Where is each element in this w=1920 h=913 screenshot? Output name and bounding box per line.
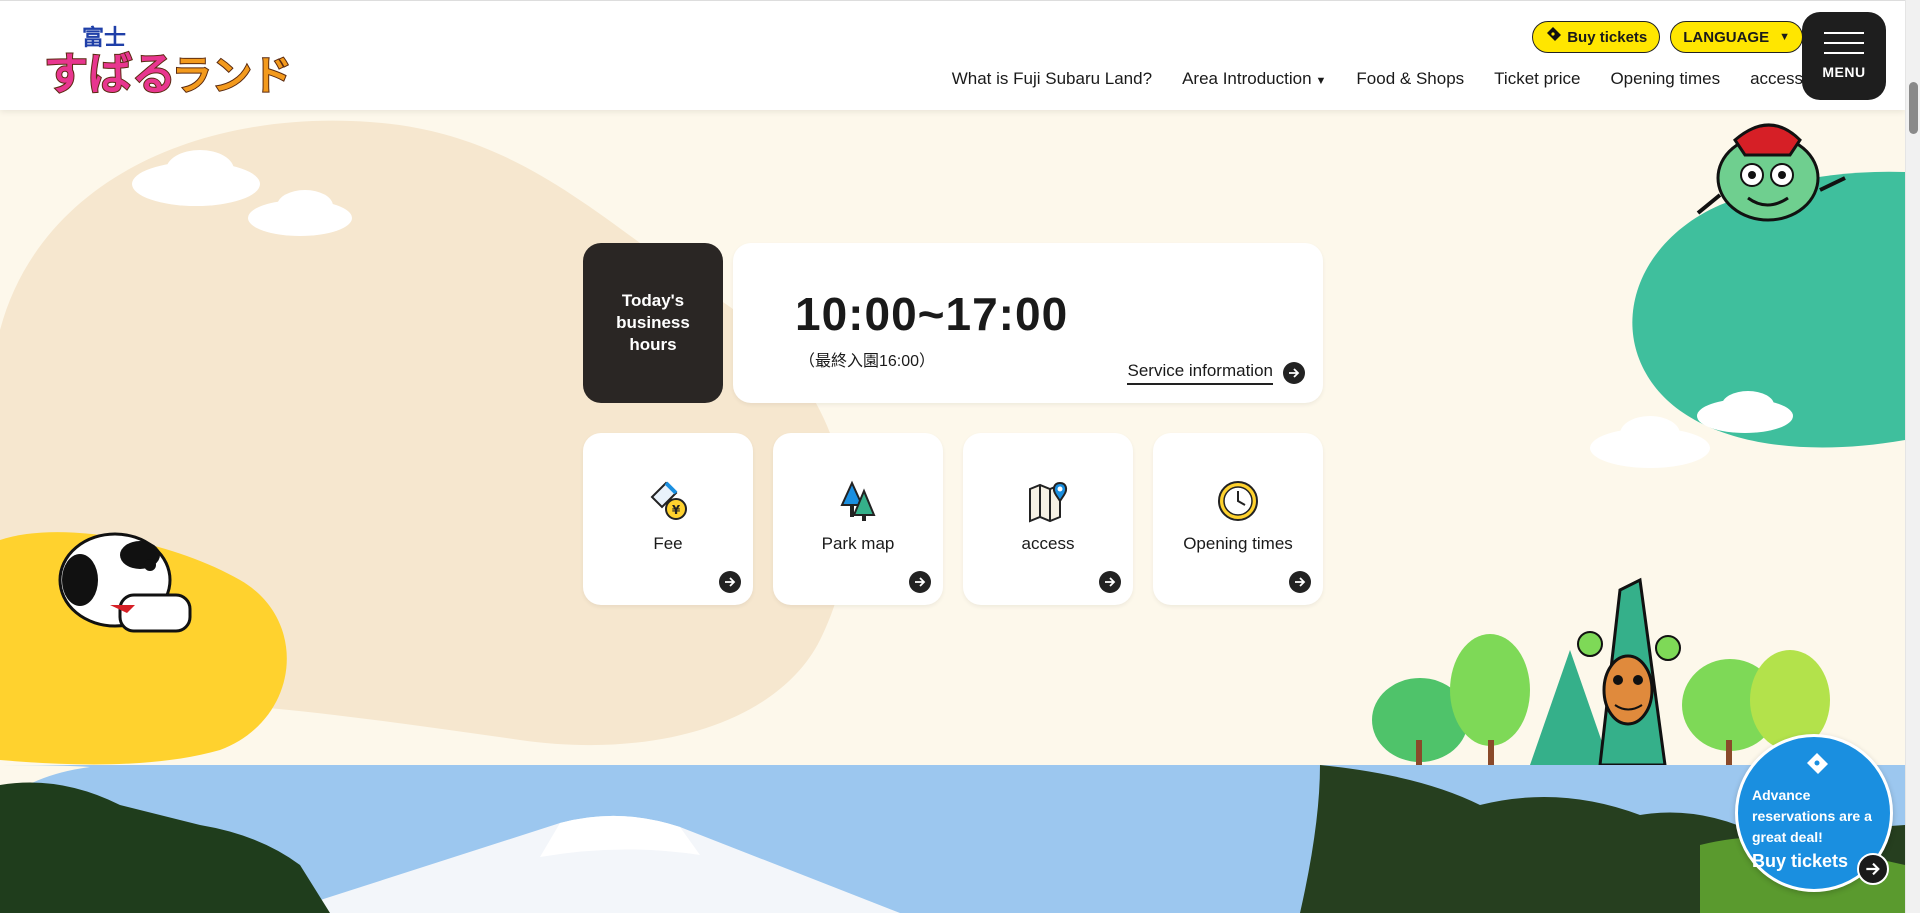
arrow-right-icon bbox=[1099, 571, 1121, 593]
hero-photo-mount-fuji bbox=[0, 765, 1905, 913]
nav-item-access[interactable]: access bbox=[1750, 69, 1803, 89]
chevron-down-icon: ▼ bbox=[1779, 31, 1790, 43]
buy-tickets-label: Buy tickets bbox=[1567, 28, 1648, 46]
header-top-links: Buy tickets LANGUAGE ▼ bbox=[1532, 21, 1803, 53]
hamburger-icon bbox=[1824, 32, 1864, 54]
quick-link-fee[interactable]: ¥ Fee bbox=[583, 433, 753, 605]
advance-buy-tickets-badge[interactable]: Advance reservations are a great deal! B… bbox=[1735, 734, 1893, 892]
nav-item-area-label: Area Introduction bbox=[1182, 69, 1312, 88]
language-select[interactable]: LANGUAGE ▼ bbox=[1670, 21, 1803, 53]
arrow-right-icon bbox=[909, 571, 931, 593]
service-information-link[interactable]: Service information bbox=[1127, 361, 1305, 385]
quick-link-opening-times[interactable]: Opening times bbox=[1153, 433, 1323, 605]
last-entry-note: （最終入園16:00） bbox=[799, 353, 936, 370]
scrollbar-thumb[interactable] bbox=[1909, 82, 1918, 134]
ticket-icon bbox=[1545, 27, 1562, 47]
ticket-icon bbox=[1807, 753, 1828, 774]
arrow-right-icon bbox=[1283, 362, 1305, 384]
svg-text:富士: 富士 bbox=[82, 25, 126, 51]
arrow-right-icon bbox=[1857, 853, 1889, 885]
trees-icon bbox=[840, 480, 876, 521]
language-label: LANGUAGE bbox=[1683, 28, 1770, 46]
ticket-yen-icon: ¥ bbox=[650, 481, 687, 520]
svg-text:すばる: すばる bbox=[44, 49, 176, 97]
business-hours-label: Today's business hours bbox=[583, 243, 723, 403]
quick-link-label: Park map bbox=[821, 534, 895, 553]
nav-item-food-shops[interactable]: Food & Shops bbox=[1356, 69, 1464, 89]
service-information-label: Service information bbox=[1127, 361, 1273, 385]
float-buy-tickets-label: Buy tickets bbox=[1752, 851, 1849, 871]
page-scrollbar[interactable] bbox=[1905, 0, 1920, 913]
nav-item-ticket-price[interactable]: Ticket price bbox=[1494, 69, 1580, 89]
quick-link-access[interactable]: access bbox=[963, 433, 1133, 605]
business-hours-time: 10:00~17:00 bbox=[795, 288, 1069, 340]
map-pin-icon bbox=[1029, 481, 1068, 523]
svg-text:ランド: ランド bbox=[172, 53, 292, 97]
trees-illustration-icon bbox=[1372, 577, 1830, 767]
arrow-right-icon bbox=[719, 571, 741, 593]
advance-reservation-message: Advance reservations are a great deal! bbox=[1752, 787, 1872, 845]
svg-text:¥: ¥ bbox=[672, 503, 681, 517]
buy-tickets-button[interactable]: Buy tickets bbox=[1532, 21, 1661, 53]
quick-link-park-map[interactable]: Park map bbox=[773, 433, 943, 605]
clock-icon bbox=[1218, 481, 1258, 521]
nav-item-about[interactable]: What is Fuji Subaru Land? bbox=[952, 69, 1152, 89]
site-header: 富士 すばる ランド Buy tickets LANGUAGE ▼ What i… bbox=[0, 0, 1905, 110]
quick-link-label: Opening times bbox=[1183, 534, 1293, 553]
main-nav: What is Fuji Subaru Land? Area Introduct… bbox=[952, 69, 1803, 89]
nav-item-opening-times[interactable]: Opening times bbox=[1610, 69, 1720, 89]
site-logo[interactable]: 富士 すばる ランド bbox=[42, 21, 293, 101]
business-hours-card: 10:00~17:00 （最終入園16:00） Service informat… bbox=[733, 243, 1323, 403]
chevron-down-icon: ▼ bbox=[1315, 75, 1327, 87]
menu-button[interactable]: MENU bbox=[1802, 12, 1886, 100]
nav-item-area-introduction[interactable]: Area Introduction ▼ bbox=[1182, 69, 1326, 89]
quick-link-label: Fee bbox=[653, 534, 683, 553]
quick-link-label: access bbox=[1021, 534, 1075, 553]
menu-label: MENU bbox=[1822, 64, 1866, 80]
arrow-right-icon bbox=[1289, 571, 1311, 593]
